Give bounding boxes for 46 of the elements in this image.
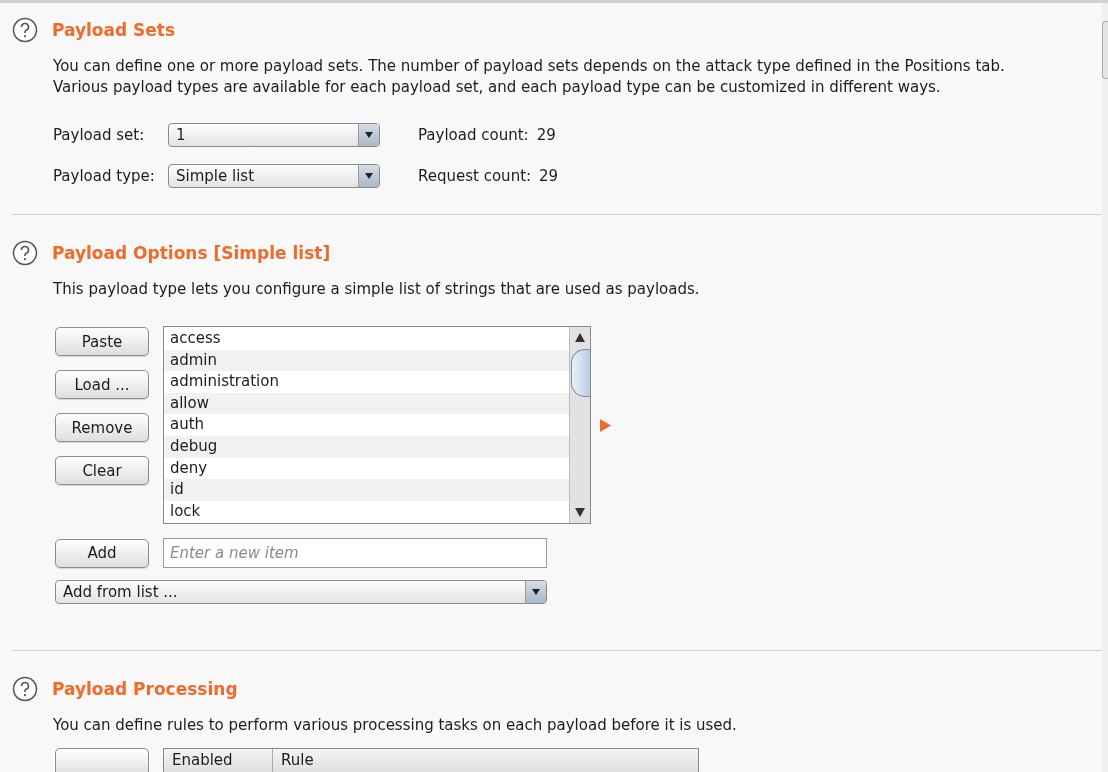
list-item[interactable]: deny bbox=[164, 457, 569, 480]
dropdown[interactable]: Simple list bbox=[168, 163, 380, 188]
dropdown[interactable]: Add from list ... bbox=[55, 580, 547, 604]
scroll-down-icon[interactable] bbox=[575, 508, 585, 517]
help-icon[interactable] bbox=[12, 17, 38, 43]
payload-list[interactable]: access admin administration allow auth debug deny id lock bbox=[163, 326, 591, 524]
expand-arrow-icon[interactable] bbox=[599, 418, 611, 432]
count-value: 29 bbox=[536, 125, 556, 144]
list-item[interactable]: admin bbox=[164, 349, 569, 372]
list-button[interactable]: Paste bbox=[55, 327, 149, 356]
dropdown-arrow-icon bbox=[365, 131, 373, 138]
list-item[interactable]: auth bbox=[164, 414, 569, 436]
help-icon[interactable] bbox=[12, 676, 38, 702]
list-item[interactable]: access bbox=[164, 328, 569, 350]
section-title: Payload Processing bbox=[52, 679, 238, 699]
dropdown-arrow-icon bbox=[532, 589, 540, 595]
section-description: You can define one or more payload sets. The number of payload sets depends on the attack type defined in the Positions tab. Various payload types are available for each payload set, and each payload type can be customized in different ways. bbox=[53, 56, 1006, 98]
new-item-field[interactable]: Enter a new item bbox=[163, 538, 547, 568]
list-item[interactable]: administration bbox=[164, 371, 569, 393]
section-description: This payload type lets you configure a simple list of strings that are used as payloads. bbox=[53, 279, 701, 300]
dropdown[interactable]: 1 bbox=[168, 122, 380, 147]
scrollbar[interactable] bbox=[569, 327, 590, 523]
list-item[interactable]: lock bbox=[164, 500, 569, 523]
list-button[interactable]: Remove bbox=[55, 413, 149, 442]
list-item[interactable]: debug bbox=[164, 435, 569, 458]
add-button[interactable]: Add bbox=[55, 538, 149, 568]
column-header[interactable]: Rule bbox=[273, 749, 322, 772]
help-icon[interactable] bbox=[12, 240, 38, 266]
count-label: Request count: bbox=[418, 166, 532, 185]
scroll-thumb[interactable] bbox=[1102, 21, 1108, 79]
list-button[interactable]: Clear bbox=[55, 456, 149, 485]
count-value: 29 bbox=[539, 166, 559, 185]
scroll-up-icon[interactable] bbox=[575, 333, 585, 342]
section-title: Payload Options [Simple list] bbox=[52, 243, 331, 263]
section-title: Payload Sets bbox=[52, 20, 176, 40]
list-item[interactable]: id bbox=[164, 479, 569, 501]
section-description: You can define rules to perform various processing tasks on each payload before it is used. bbox=[53, 715, 738, 736]
list-button[interactable]: Load ... bbox=[55, 370, 149, 399]
column-header[interactable]: Enabled bbox=[164, 749, 273, 772]
scroll-thumb[interactable] bbox=[571, 349, 590, 397]
count-label: Payload count: bbox=[418, 125, 529, 144]
list-item[interactable]: allow bbox=[164, 392, 569, 415]
dropdown-arrow-icon bbox=[365, 172, 373, 179]
field-label: Payload set: bbox=[53, 125, 146, 144]
add-rule-button[interactable] bbox=[55, 748, 149, 772]
field-label: Payload type: bbox=[53, 166, 156, 185]
